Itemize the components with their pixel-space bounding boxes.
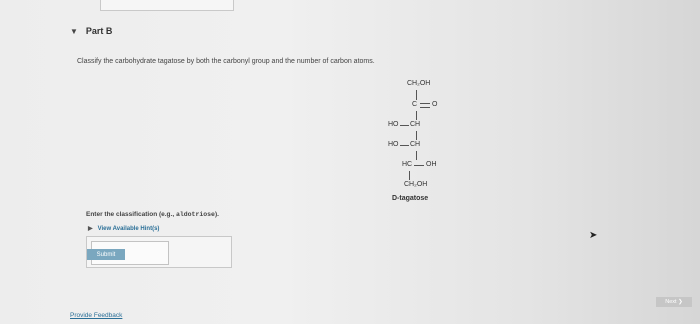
expand-triangle-icon: ▶ <box>88 226 93 232</box>
bond-line <box>416 131 417 140</box>
part-header[interactable]: ▼ Part B <box>70 26 112 36</box>
compound-name: D-tagatose <box>392 195 429 202</box>
answer-instruction-suffix: ). <box>214 211 219 218</box>
structure-ch-1: CH <box>410 121 421 128</box>
structure-ch2oh-bottom: CH₂OH <box>404 181 428 188</box>
answer-instruction: Enter the classification (e.g., aldotrio… <box>86 211 219 218</box>
structure-oh: OH <box>426 161 437 168</box>
next-button[interactable]: Next ❯ <box>656 297 692 307</box>
provide-feedback-link[interactable]: Provide Feedback <box>70 312 122 319</box>
bond-line <box>400 125 409 126</box>
structure-ho-1: HO <box>388 121 399 128</box>
previous-answer-box <box>100 0 234 11</box>
answer-instruction-prefix: Enter the classification (e.g., <box>86 211 176 218</box>
bond-line <box>414 165 424 166</box>
structure-ch-2: CH <box>410 141 421 148</box>
bond-line <box>416 90 417 100</box>
bond-line <box>400 145 409 146</box>
part-title: Part B <box>85 26 113 36</box>
mouse-cursor-icon: ➤ <box>589 230 598 241</box>
double-bond-line <box>420 103 430 108</box>
view-hints-label: View Available Hint(s) <box>97 225 160 232</box>
bond-line <box>416 111 417 120</box>
structure-ch2oh-top: CH₂OH <box>407 80 431 87</box>
bond-line <box>409 171 410 180</box>
submit-button[interactable]: Submit <box>87 249 125 260</box>
view-hints-link[interactable]: ▶ View Available Hint(s) <box>88 225 160 233</box>
answer-instruction-example: aldotriose <box>175 211 215 218</box>
structure-carbonyl-o: O <box>432 101 438 108</box>
tagatose-structure: CH₂OH C O HO CH HO CH HC OH CH₂OH D-taga… <box>360 80 470 210</box>
bond-line <box>416 151 417 160</box>
structure-carbonyl-c: C <box>412 101 418 108</box>
structure-ho-2: HO <box>388 141 399 148</box>
question-prompt: Classify the carbohydrate tagatose by bo… <box>77 58 375 65</box>
collapse-caret-icon[interactable]: ▼ <box>70 27 78 36</box>
structure-hc: HC <box>402 161 413 168</box>
